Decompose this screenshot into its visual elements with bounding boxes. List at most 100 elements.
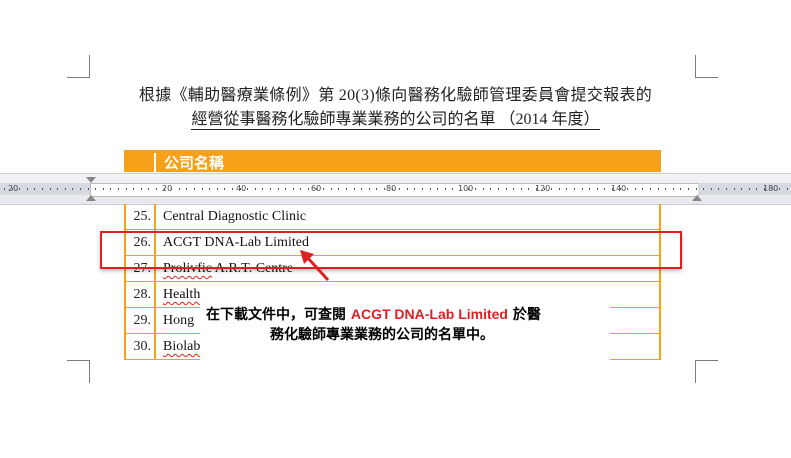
document-title-line2-text: 經營從事醫務化驗師專業業務的公司的名單 （2014 年度） [191,111,600,130]
ruler-tick [475,188,477,190]
ruler-label: 40 [236,184,247,193]
ruler-tick [543,188,545,190]
row-number: 25. [124,204,154,230]
horizontal-ruler[interactable]: 20 20 40 60 80 100 120 140 180 [0,173,791,205]
ruler-tick [566,188,568,190]
ruler-tick [4,188,5,190]
right-indent-marker[interactable] [692,195,702,201]
ruler-tick [558,188,560,190]
ruler-tick [718,188,720,190]
ruler-tick [209,188,211,190]
row-number: 30. [124,334,154,360]
ruler-tick [467,188,469,190]
ruler-tick [414,188,416,190]
callout-line2: 務化驗師專業業務的公司的名單中。 [270,327,494,343]
ruler-tick [520,188,522,190]
ruler-tick [460,188,461,190]
ruler-tick [422,188,423,190]
crop-mark-top-right [695,55,718,78]
ruler-tick [308,188,309,190]
company-name-rest: Hong [163,313,195,328]
first-line-indent-marker[interactable] [86,177,96,183]
spelling-flag: Health [163,287,201,302]
ruler-tick [224,188,226,190]
ruler-tick [634,188,636,190]
ruler-tick [26,188,28,190]
callout-prefix: 在下載文件中，可查閱 [206,307,346,323]
ruler-tick [551,188,553,190]
ruler-tick [346,188,347,190]
ruler-tick [444,188,446,190]
ruler-tick [11,188,13,190]
callout-suffix: 於醫 [512,307,541,323]
ruler-tick [528,188,530,190]
ruler-tick [148,188,150,190]
ruler-tick [726,188,727,190]
ruler-tick [581,188,583,190]
ruler-tick [619,188,621,190]
ruler-tick [703,188,705,190]
ruler-tick [612,188,613,190]
ruler-tick [741,188,743,190]
ruler-tick [695,188,697,190]
row-number: 28. [124,282,154,308]
ruler-tick [490,188,492,190]
ruler-tick [376,188,378,190]
ruler-tick [764,188,765,190]
ruler-tick [178,188,180,190]
ruler-tick [171,188,173,190]
ruler-tick [338,188,340,190]
ruler-tick [216,188,218,190]
ruler-tick [239,188,241,190]
ruler-tick [19,188,21,190]
ruler-tick [748,188,750,190]
ruler-tick [232,188,233,190]
callout-arrow-icon [300,250,330,282]
ruler-tick [361,188,363,190]
ruler-tick [353,188,355,190]
callout-line1: 在下載文件中，可查閱 ACGT DNA-Lab Limited 於醫 [206,304,541,324]
crop-mark-bottom-right [695,360,718,383]
document-title-line2: 經營從事醫務化驗師專業業務的公司的名單 （2014 年度） [0,105,791,130]
callout-box: 在下載文件中，可查閱 ACGT DNA-Lab Limited 於醫 務化驗師專… [200,286,610,363]
hanging-indent-marker[interactable] [86,195,96,201]
ruler-tick [247,188,249,190]
ruler-tick [604,188,606,190]
ruler-tick [64,188,66,190]
ruler-tick [756,188,758,190]
ruler-tick [118,188,119,190]
ruler-tick [87,188,89,190]
ruler-tick [406,188,408,190]
ruler-tick [323,188,325,190]
document-title-line1: 根據《輔助醫療業條例》第 20(3)條向醫務化驗師管理委員會提交報表的 [138,87,653,104]
ruler-tick [771,188,773,190]
ruler-tick [156,188,157,190]
ruler-tick [315,188,317,190]
ruler-tick [368,188,370,190]
ruler-tick [498,188,499,190]
ruler-tick [262,188,264,190]
ruler-tick [589,188,591,190]
ruler-tick [429,188,431,190]
ruler-tick [72,188,74,190]
company-name: Central Diagnostic Clinic [156,204,661,230]
ruler-tick [688,188,689,190]
spelling-flag: Biolab [163,339,201,354]
callout-highlight: ACGT DNA-Lab Limited [350,306,508,322]
ruler-tick [786,188,788,190]
ruler-tick [186,188,188,190]
ruler-tick [384,188,385,190]
ruler-tick [513,188,515,190]
ruler-tick [399,188,401,190]
ruler-tick [270,188,271,190]
ruler-tick [452,188,454,190]
ruler-tick [300,188,302,190]
ruler-tick [254,188,256,190]
column-header-company-name: 公司名稱 [164,154,225,172]
ruler-tick [277,188,279,190]
ruler-tick [34,188,36,190]
header-separator [154,153,156,172]
highlight-box [100,231,682,269]
ruler-tick [665,188,667,190]
ruler-tick [125,188,127,190]
